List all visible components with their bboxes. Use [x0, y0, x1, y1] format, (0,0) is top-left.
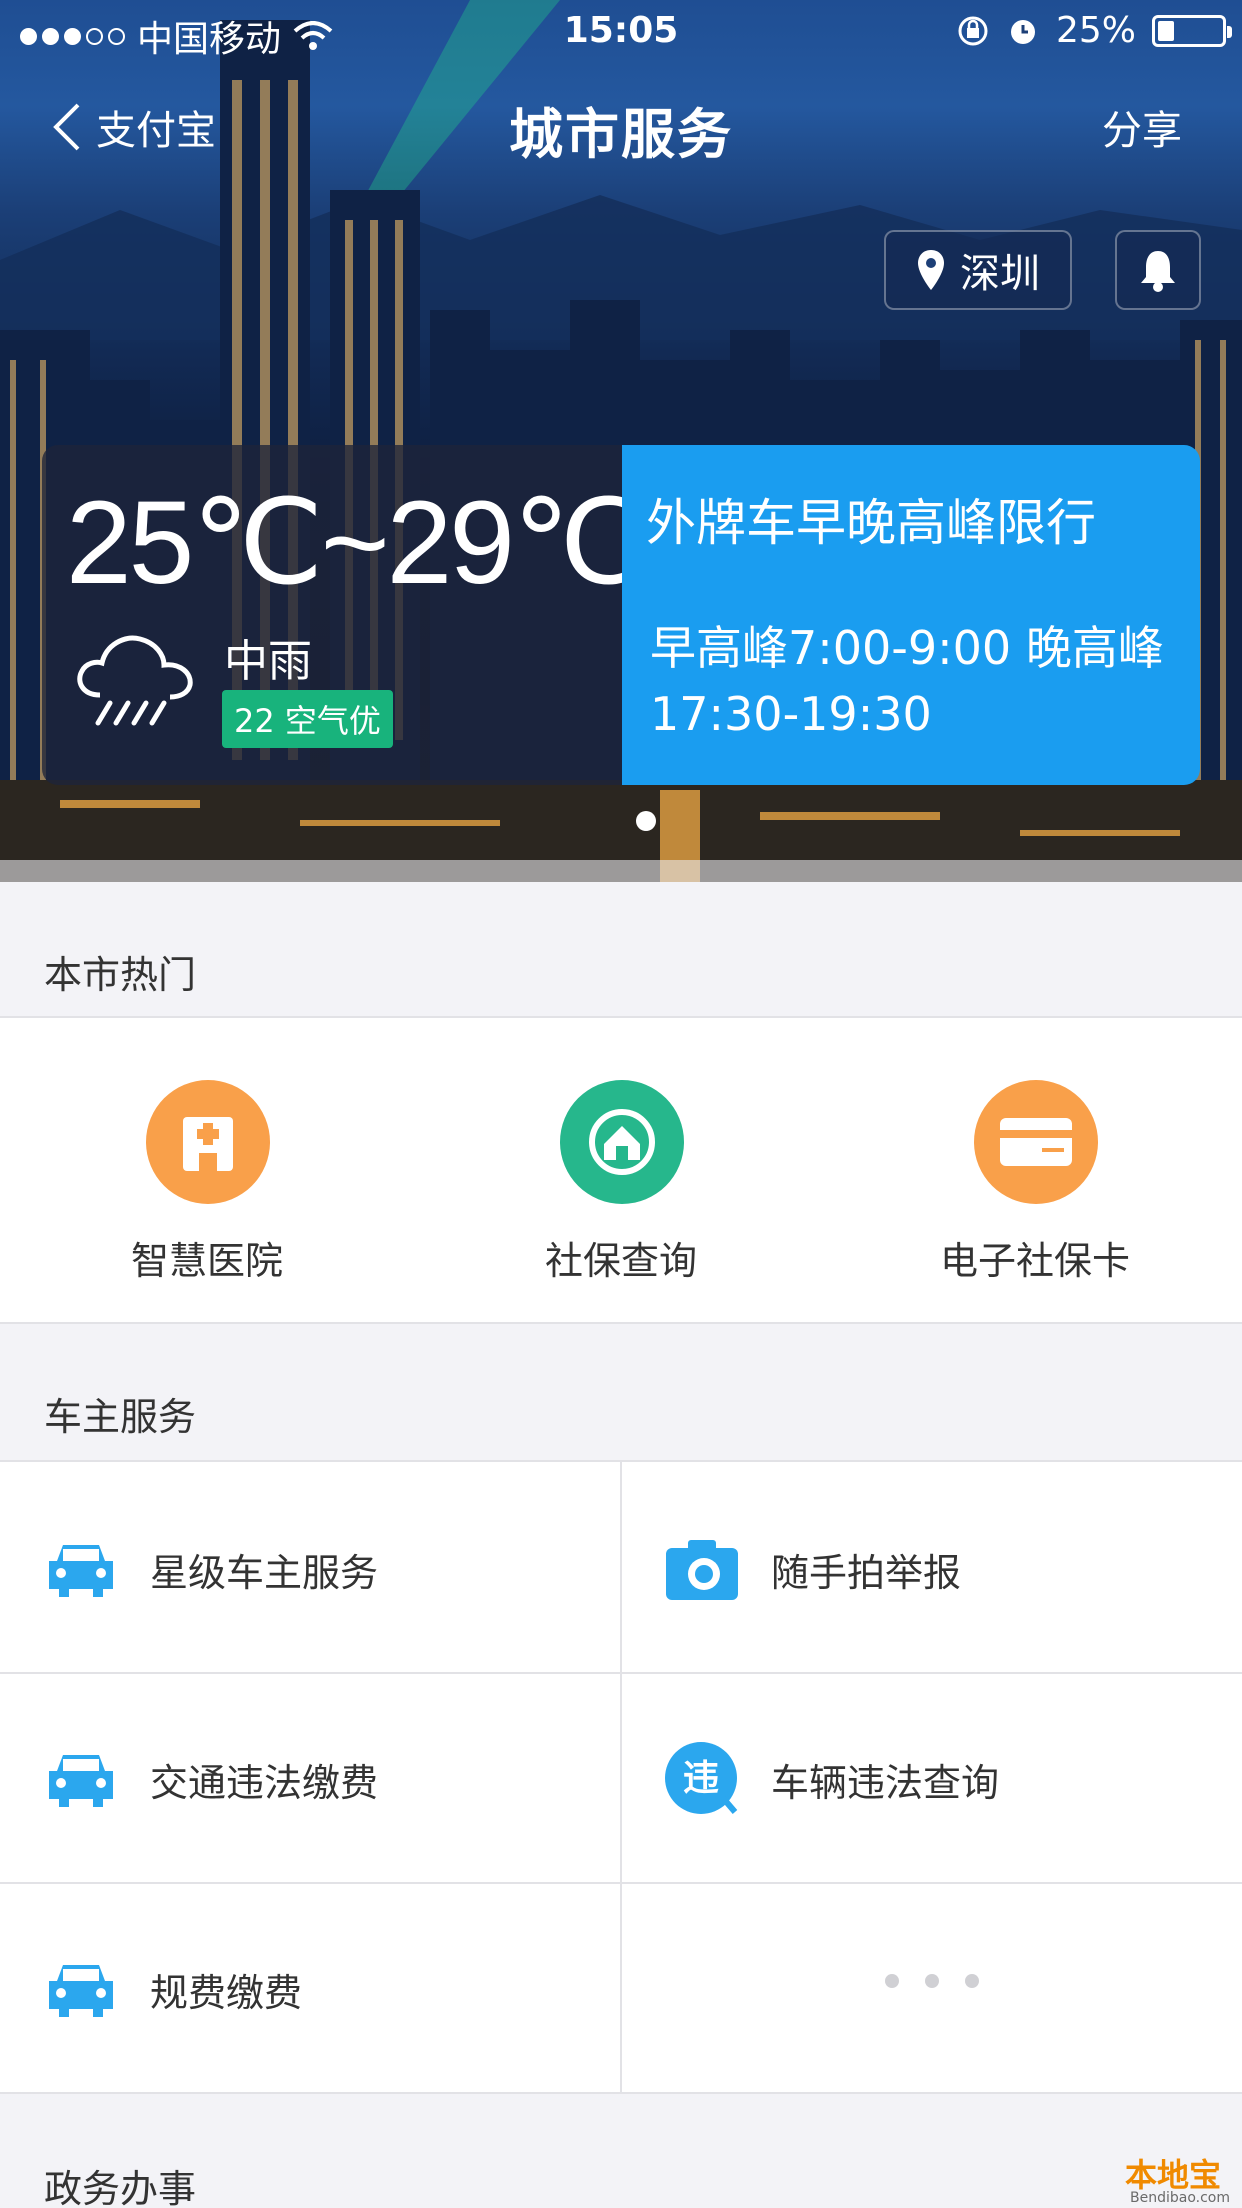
card-icon: [974, 1080, 1098, 1204]
violation-icon: 违: [663, 1740, 741, 1818]
traffic-hours: 早高峰7:00-9:00 晚高峰17:30-19:30: [650, 621, 1164, 741]
watermark-domain: Bendibao.com: [1130, 2190, 1231, 2206]
hot-item-label: 社保查询: [544, 1239, 697, 1283]
hot-item-social-security[interactable]: 社保查询: [414, 1018, 828, 1318]
hot-item-e-social-card[interactable]: 电子社保卡: [828, 1018, 1242, 1318]
traffic-title: 外牌车早晚高峰限行: [646, 494, 1096, 552]
notification-button[interactable]: [1115, 230, 1201, 310]
car-item-fee-payment[interactable]: 规费缴费: [0, 1882, 621, 2092]
car-section-header: 车主服务: [0, 1324, 1242, 1460]
car-item-label: 随手拍举报: [771, 1551, 962, 1595]
status-bar: 中国移动 15:05 25%: [0, 0, 1242, 62]
car-services-panel: 星级车主服务 随手拍举报 交通违法缴费 违 车辆违法查询 规费缴费: [0, 1460, 1242, 2096]
car-item-label: 规费缴费: [150, 1971, 303, 2015]
city-banner: 中国移动 15:05 25% 支付宝 城市服务 分享 深圳 25℃~29℃ 中雨…: [0, 0, 1242, 882]
social-security-icon: [560, 1080, 684, 1204]
camera-icon: [663, 1530, 741, 1608]
car-item-photo-report[interactable]: 随手拍举报: [621, 1462, 1242, 1672]
share-button[interactable]: 分享: [1102, 98, 1182, 156]
location-pin-icon: [918, 250, 944, 290]
car-item-fine-payment[interactable]: 交通违法缴费: [0, 1672, 621, 1882]
weather-card[interactable]: 25℃~29℃ 中雨 22 空气优: [42, 445, 644, 785]
hot-item-label: 智慧医院: [130, 1239, 283, 1283]
hot-services-panel: 智慧医院 社保查询 电子社保卡: [0, 1016, 1242, 1324]
nav-bar: 支付宝 城市服务 分享: [0, 80, 1242, 170]
car-icon: [42, 1740, 120, 1818]
hot-section-header: 本市热门: [0, 882, 1242, 1016]
hospital-icon: [146, 1080, 270, 1204]
battery-icon: [1152, 14, 1232, 47]
city-name: 深圳: [960, 251, 1040, 297]
car-item-star-owner[interactable]: 星级车主服务: [0, 1462, 621, 1672]
page-title: 城市服务: [509, 103, 733, 166]
hot-section-title: 本市热门: [44, 953, 197, 997]
more-dots-icon: [621, 1974, 1242, 1988]
car-icon: [42, 1950, 120, 2028]
car-item-label: 交通违法缴费: [150, 1761, 379, 1805]
hot-item-smart-hospital[interactable]: 智慧医院: [0, 1018, 414, 1318]
temperature-range: 25℃~29℃: [66, 477, 644, 609]
car-icon: [42, 1530, 120, 1608]
traffic-restriction-card[interactable]: 外牌车早晚高峰限行 早高峰7:00-9:00 晚高峰17:30-19:30: [622, 445, 1200, 785]
more-button[interactable]: [621, 1882, 1242, 2092]
hot-item-label: 电子社保卡: [939, 1239, 1130, 1283]
car-item-label: 车辆违法查询: [771, 1761, 1000, 1805]
carousel-indicator: [636, 811, 656, 831]
bell-icon: [1141, 251, 1175, 292]
battery-percent: 25%: [1055, 10, 1136, 51]
alarm-icon: [1010, 19, 1035, 44]
gov-section-header: 政务办事: [0, 2094, 1242, 2208]
city-selector-button[interactable]: 深圳: [884, 230, 1072, 310]
status-right: 25%: [956, 10, 1232, 51]
weather-condition: 中雨: [224, 636, 312, 687]
gov-section-title: 政务办事: [44, 2167, 197, 2208]
car-section-title: 车主服务: [44, 1395, 197, 1439]
svg-text:违: 违: [683, 1758, 719, 1799]
car-item-violation-query[interactable]: 违 车辆违法查询: [621, 1672, 1242, 1882]
car-item-label: 星级车主服务: [150, 1551, 379, 1595]
rain-cloud-icon: [77, 635, 193, 726]
air-quality-badge: 22 空气优: [222, 690, 393, 748]
rotation-lock-icon: [958, 16, 988, 45]
